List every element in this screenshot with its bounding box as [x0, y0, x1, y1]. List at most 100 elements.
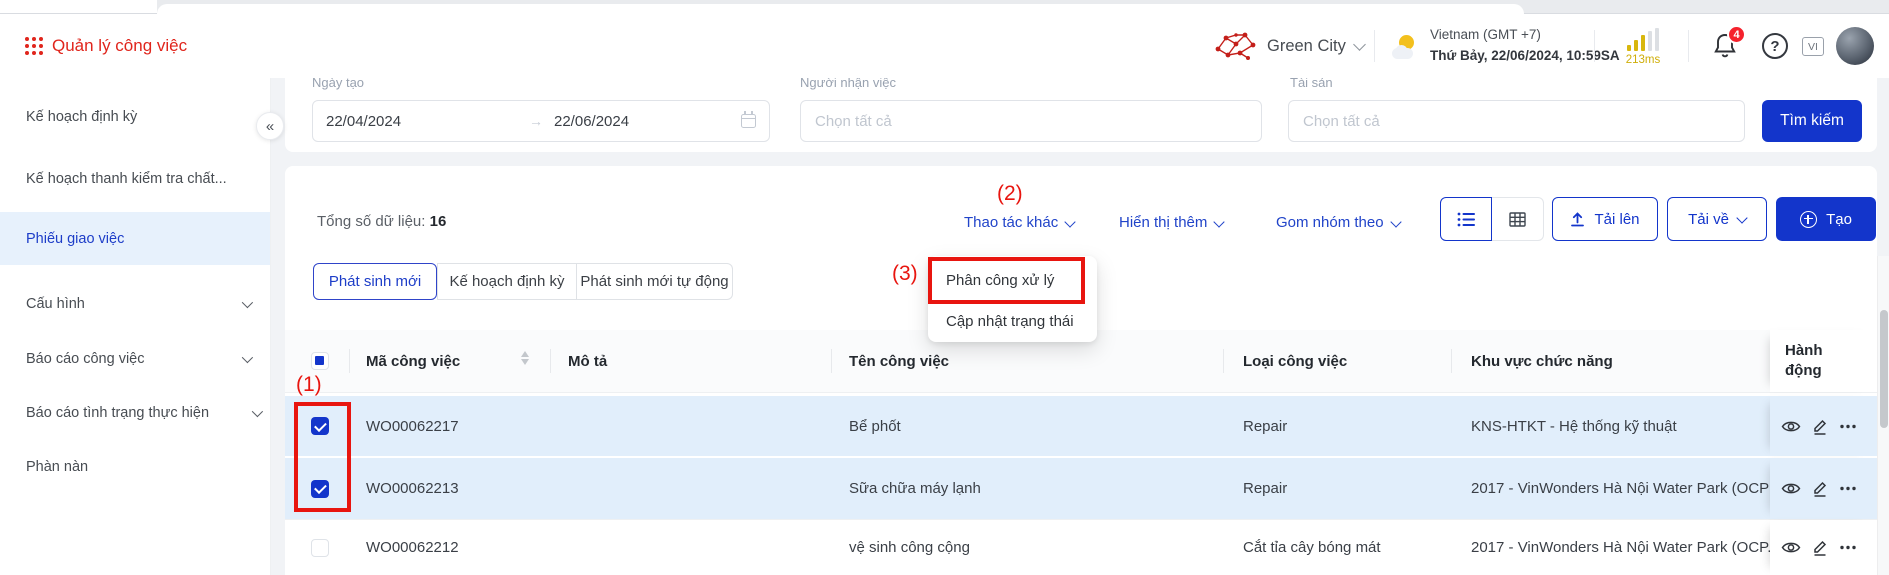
cell-code: WO00062217	[366, 417, 459, 435]
date-filter-label: Ngày tạo	[312, 78, 365, 90]
sort-icon[interactable]	[521, 351, 529, 365]
sidebar: Kế hoạch định kỳ Kế hoạch thanh kiểm tra…	[0, 78, 271, 575]
scrollbar-thumb[interactable]	[1880, 310, 1888, 428]
annotation-step-3: (3)	[892, 262, 918, 285]
list-view-button[interactable]	[1440, 197, 1492, 241]
sidebar-item-bao-cao-tinh-trang[interactable]: Báo cáo tình trạng thực hiện	[0, 386, 270, 439]
calendar-icon[interactable]	[741, 111, 756, 128]
date-range-input[interactable]: 22/04/2024 → 22/06/2024	[312, 100, 770, 142]
plus-circle-icon	[1800, 210, 1818, 228]
signal-bars-icon	[1620, 28, 1666, 51]
upload-button-label: Tải lên	[1594, 210, 1640, 228]
more-actions-button[interactable]: Thao tác khác	[964, 214, 1076, 231]
group-by-button[interactable]: Gom nhóm theo	[1276, 214, 1402, 231]
timezone-block[interactable]: Vietnam (GMT +7) Thứ Bảy, 22/06/2024, 10…	[1430, 24, 1620, 66]
app-window: Quản lý công việc Green City Vietnam (GM…	[0, 0, 1889, 575]
menu-item-cap-nhat-trang-thai[interactable]: Cập nhật trạng thái	[928, 301, 1097, 341]
language-toggle[interactable]: VI	[1802, 37, 1824, 56]
column-header-type: Loại công việc	[1243, 352, 1348, 370]
tab-phat-sinh-moi-tu-dong[interactable]: Phát sinh mới tự động	[577, 263, 733, 300]
tab-label: Phát sinh mới	[328, 273, 422, 290]
checkbox-indeterminate[interactable]	[311, 352, 329, 370]
date-from-value[interactable]: 22/04/2024	[326, 113, 401, 130]
weather-icon	[1392, 34, 1422, 60]
view-icon[interactable]	[1781, 540, 1801, 555]
more-actions-menu: Phân công xử lý Cập nhật trạng thái	[928, 256, 1097, 342]
collapse-icon: «	[265, 117, 275, 135]
edit-icon[interactable]	[1812, 480, 1828, 497]
sidebar-item-cau-hinh[interactable]: Cấu hình	[0, 277, 270, 330]
date-to-value[interactable]: 22/06/2024	[554, 113, 629, 130]
help-button[interactable]: ?	[1762, 33, 1788, 59]
annotation-box-1	[294, 402, 351, 512]
header-divider	[1374, 30, 1375, 62]
apps-grid-icon[interactable]	[25, 37, 43, 55]
checkbox-unchecked[interactable]	[311, 538, 329, 557]
sidebar-collapse-button[interactable]: «	[256, 112, 284, 140]
table-row[interactable]: WO00062213 Sữa chữa máy lạnh Repair 2017…	[285, 458, 1877, 520]
search-button[interactable]: Tìm kiếm	[1762, 100, 1862, 142]
cell-area: 2017 - VinWonders Hà Nội Water Park (OCP…	[1471, 539, 1770, 556]
tab-ke-hoach-dinh-ky[interactable]: Kế hoạch định kỳ	[437, 263, 577, 300]
sidebar-item-label: Kế hoạch thanh kiểm tra chất...	[26, 170, 227, 187]
worksheet-panel: Tổng số dữ liệu: 16 Thao tác khác Hiển t…	[285, 166, 1877, 575]
edit-icon[interactable]	[1812, 418, 1828, 435]
view-icon[interactable]	[1781, 481, 1801, 496]
chevron-down-icon	[1213, 215, 1226, 228]
user-avatar[interactable]	[1836, 27, 1874, 65]
annotation-box-3	[928, 257, 1085, 304]
sidebar-item-label: Báo cáo tình trạng thực hiện	[26, 404, 210, 421]
cell-type: Repair	[1243, 480, 1288, 497]
table-row[interactable]: WO00062217 Bể phốt Repair KNS-HTKT - Hệ …	[285, 396, 1877, 458]
page-title: Quản lý công việc	[52, 36, 188, 55]
sidebar-item-label: Kế hoạch định kỳ	[26, 108, 138, 125]
row-actions	[1770, 396, 1877, 456]
edit-icon[interactable]	[1812, 539, 1828, 556]
sidebar-item-ke-hoach-thanh-kiem-tra[interactable]: Kế hoạch thanh kiểm tra chất...	[0, 152, 270, 205]
column-divider	[1223, 349, 1224, 373]
create-button[interactable]: Tạo	[1776, 197, 1876, 241]
upload-icon	[1571, 211, 1585, 226]
sidebar-item-phieu-giao-viec[interactable]: Phiếu giao việc	[0, 212, 270, 265]
annotation-step-1: (1)	[296, 373, 322, 396]
chevron-down-icon	[1064, 215, 1076, 228]
actions-header-label: Hành động	[1785, 342, 1823, 379]
download-button[interactable]: Tải về	[1667, 197, 1767, 241]
org-switcher[interactable]: Green City	[1212, 14, 1366, 78]
more-icon[interactable]	[1839, 545, 1857, 550]
tab-phat-sinh-moi[interactable]: Phát sinh mới	[313, 263, 437, 300]
chevron-down-icon	[1736, 212, 1748, 224]
sidebar-item-bao-cao-cong-viec[interactable]: Báo cáo công việc	[0, 332, 270, 385]
column-header-area: Khu vực chức năng	[1471, 352, 1613, 370]
table-row[interactable]: WO00062212 vệ sinh công cộng Cắt tỉa cây…	[285, 520, 1877, 575]
assignee-filter-label: Người nhận việc	[800, 78, 896, 90]
view-icon[interactable]	[1781, 419, 1801, 434]
column-header-code[interactable]: Mã công việc	[366, 330, 460, 392]
search-button-label: Tìm kiếm	[1780, 112, 1844, 129]
latency-indicator: 213ms	[1620, 28, 1666, 66]
more-icon[interactable]	[1839, 424, 1857, 429]
upload-button[interactable]: Tải lên	[1552, 197, 1658, 241]
row-checkbox[interactable]	[311, 520, 329, 575]
assignee-select[interactable]: Chọn tất cả	[800, 100, 1262, 142]
sidebar-item-ke-hoach-dinh-ky[interactable]: Kế hoạch định kỳ	[0, 90, 270, 143]
chevron-down-icon	[1389, 215, 1402, 228]
show-more-label: Hiển thị thêm	[1119, 214, 1208, 231]
more-icon[interactable]	[1839, 486, 1857, 491]
show-more-button[interactable]: Hiển thị thêm	[1119, 214, 1226, 231]
assignee-placeholder: Chọn tất cả	[815, 112, 892, 130]
date-range-arrow: →	[529, 113, 543, 129]
sidebar-item-label: Phiếu giao việc	[26, 230, 125, 247]
asset-placeholder: Chọn tất cả	[1303, 112, 1380, 130]
header-divider	[1688, 30, 1689, 62]
language-code: VI	[1808, 40, 1818, 53]
notifications-button[interactable]: 4	[1712, 25, 1746, 62]
filter-panel: Ngày tạo Người nhận việc Tài sản 22/04/2…	[285, 78, 1877, 152]
tab-label: Kế hoạch định kỳ	[449, 273, 565, 290]
asset-select[interactable]: Chọn tất cả	[1288, 100, 1745, 142]
more-actions-label: Thao tác khác	[964, 214, 1059, 231]
sidebar-item-phan-nan[interactable]: Phàn nàn	[0, 440, 270, 493]
menu-item-label: Cập nhật trạng thái	[946, 312, 1074, 330]
table-view-button[interactable]	[1492, 197, 1544, 241]
vertical-scrollbar[interactable]	[1877, 256, 1889, 575]
